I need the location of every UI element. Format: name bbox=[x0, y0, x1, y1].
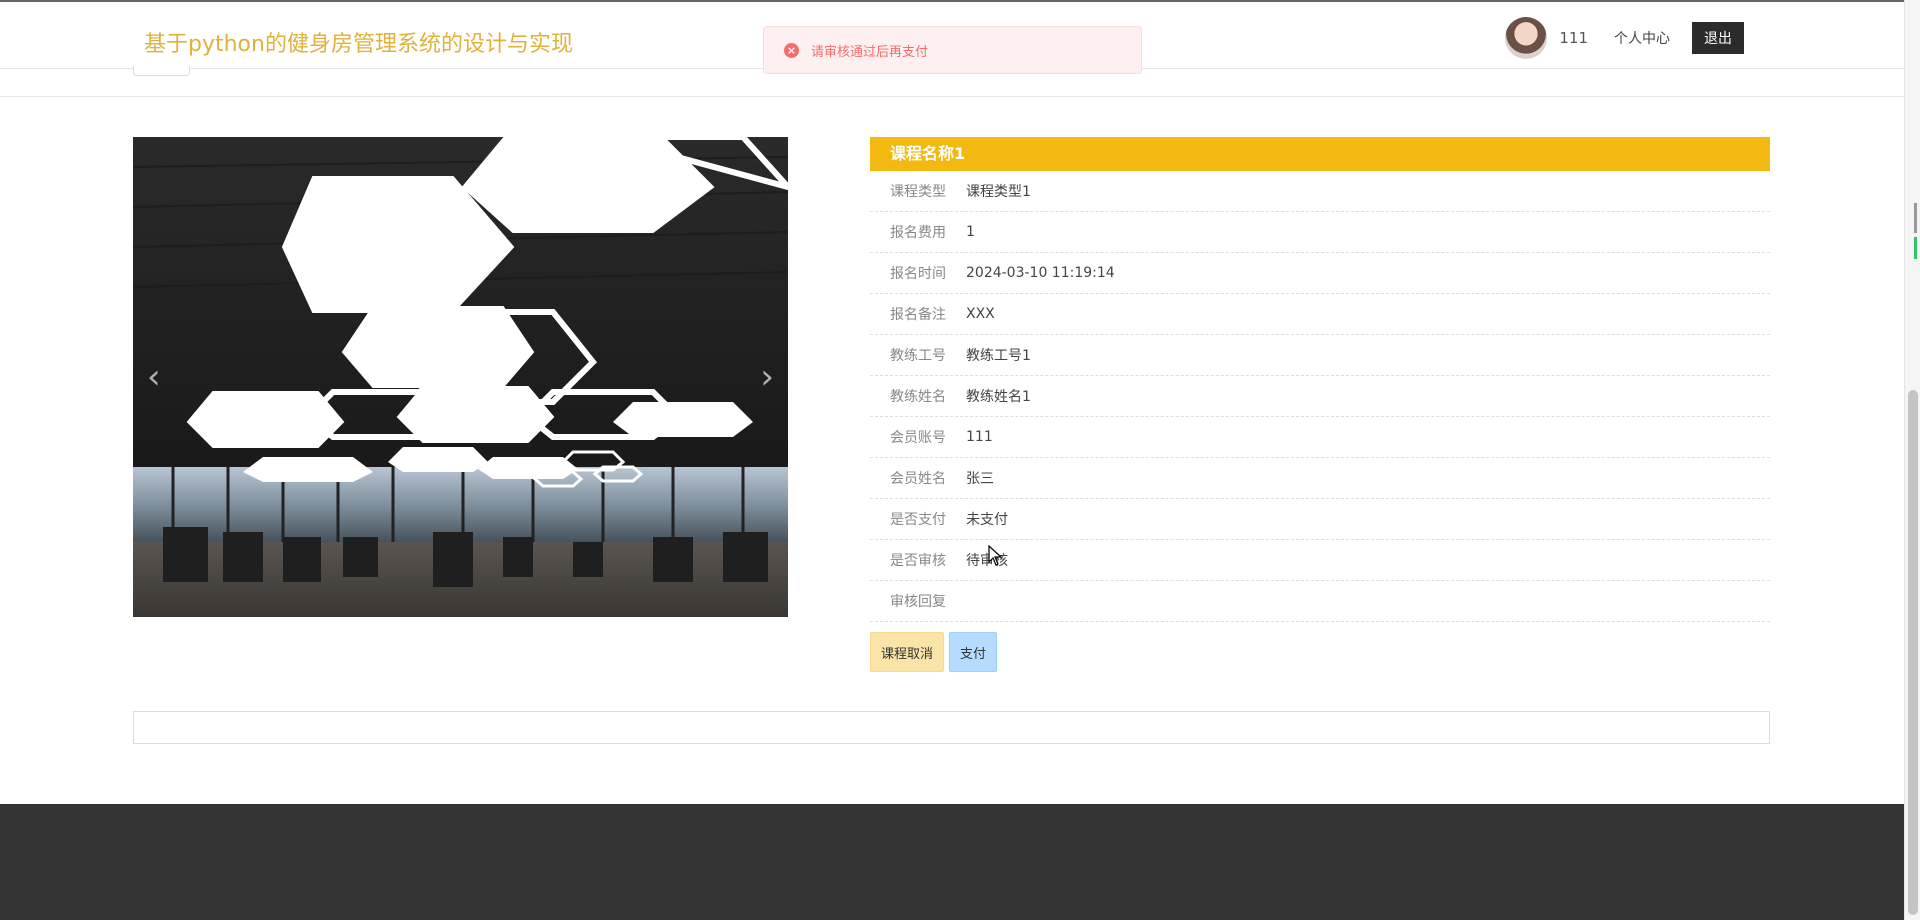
username: 111 bbox=[1559, 29, 1588, 47]
page-scrollbar[interactable] bbox=[1904, 0, 1920, 920]
row-label: 会员姓名 bbox=[890, 471, 946, 487]
header-dropdown-stub bbox=[133, 66, 190, 76]
image-carousel[interactable]: ‹ › bbox=[133, 137, 788, 617]
logout-button[interactable]: 退出 bbox=[1692, 22, 1744, 54]
pay-button[interactable]: 支付 bbox=[949, 632, 998, 672]
course-detail-panel: 课程名称1 课程类型 课程类型1 报名费用 1 报名时间 2024-03-10 … bbox=[870, 137, 1770, 672]
detail-row: 教练工号 教练工号1 bbox=[870, 335, 1770, 376]
chevron-right-icon[interactable]: › bbox=[760, 357, 774, 397]
scroll-thumb[interactable] bbox=[1908, 390, 1918, 915]
action-buttons: 课程取消 支付 bbox=[870, 632, 1770, 672]
user-area: 111 个人中心 退出 bbox=[1505, 16, 1744, 60]
avatar[interactable] bbox=[1505, 17, 1548, 59]
detail-row: 报名备注 XXX bbox=[870, 294, 1770, 335]
row-value: 1 bbox=[966, 224, 975, 240]
row-value: 111 bbox=[966, 429, 993, 445]
error-toast: × 请审核通过后再支付 bbox=[763, 26, 1142, 74]
detail-row: 会员姓名 张三 bbox=[870, 458, 1770, 499]
gym-photo bbox=[133, 137, 788, 617]
row-value: 课程类型1 bbox=[966, 184, 1031, 200]
row-label: 会员账号 bbox=[890, 430, 946, 446]
detail-row: 教练姓名 教练姓名1 bbox=[870, 376, 1770, 417]
cancel-course-button[interactable]: 课程取消 bbox=[870, 632, 945, 672]
course-title: 课程名称1 bbox=[870, 137, 1770, 171]
detail-row: 报名费用 1 bbox=[870, 212, 1770, 253]
detail-row: 是否支付 未支付 bbox=[870, 499, 1770, 540]
detail-row: 是否审核 待审核 bbox=[870, 540, 1770, 581]
row-label: 教练工号 bbox=[890, 348, 946, 364]
row-value: 2024-03-10 11:19:14 bbox=[966, 265, 1115, 281]
row-label: 审核回复 bbox=[890, 594, 946, 610]
row-label: 报名费用 bbox=[890, 225, 946, 241]
row-label: 教练姓名 bbox=[890, 389, 946, 405]
scroll-marker bbox=[1914, 203, 1917, 233]
detail-row: 报名时间 2024-03-10 11:19:14 bbox=[870, 253, 1770, 294]
empty-content-box bbox=[133, 711, 1770, 744]
row-label: 是否审核 bbox=[890, 553, 946, 569]
row-label: 是否支付 bbox=[890, 512, 946, 528]
error-circle-icon: × bbox=[784, 42, 799, 58]
mouse-cursor-icon bbox=[988, 545, 1003, 566]
site-footer bbox=[0, 804, 1904, 920]
site-title[interactable]: 基于python的健身房管理系统的设计与实现 bbox=[144, 26, 573, 58]
row-label: 报名时间 bbox=[890, 266, 946, 282]
row-label: 课程类型 bbox=[890, 184, 946, 200]
row-value: 张三 bbox=[966, 471, 994, 487]
scroll-marker-green bbox=[1914, 237, 1917, 259]
user-center-link[interactable]: 个人中心 bbox=[1614, 28, 1670, 48]
row-value: 教练姓名1 bbox=[966, 389, 1031, 405]
header-divider bbox=[0, 96, 1904, 97]
toast-message: 请审核通过后再支付 bbox=[811, 44, 929, 60]
row-value: 教练工号1 bbox=[966, 348, 1031, 364]
row-value: 未支付 bbox=[966, 512, 1008, 528]
detail-row: 课程类型 课程类型1 bbox=[870, 171, 1770, 212]
chevron-left-icon[interactable]: ‹ bbox=[147, 357, 161, 397]
detail-row: 审核回复 bbox=[870, 581, 1770, 622]
detail-row: 会员账号 111 bbox=[870, 417, 1770, 458]
row-label: 报名备注 bbox=[890, 307, 946, 323]
row-value: XXX bbox=[966, 306, 995, 322]
